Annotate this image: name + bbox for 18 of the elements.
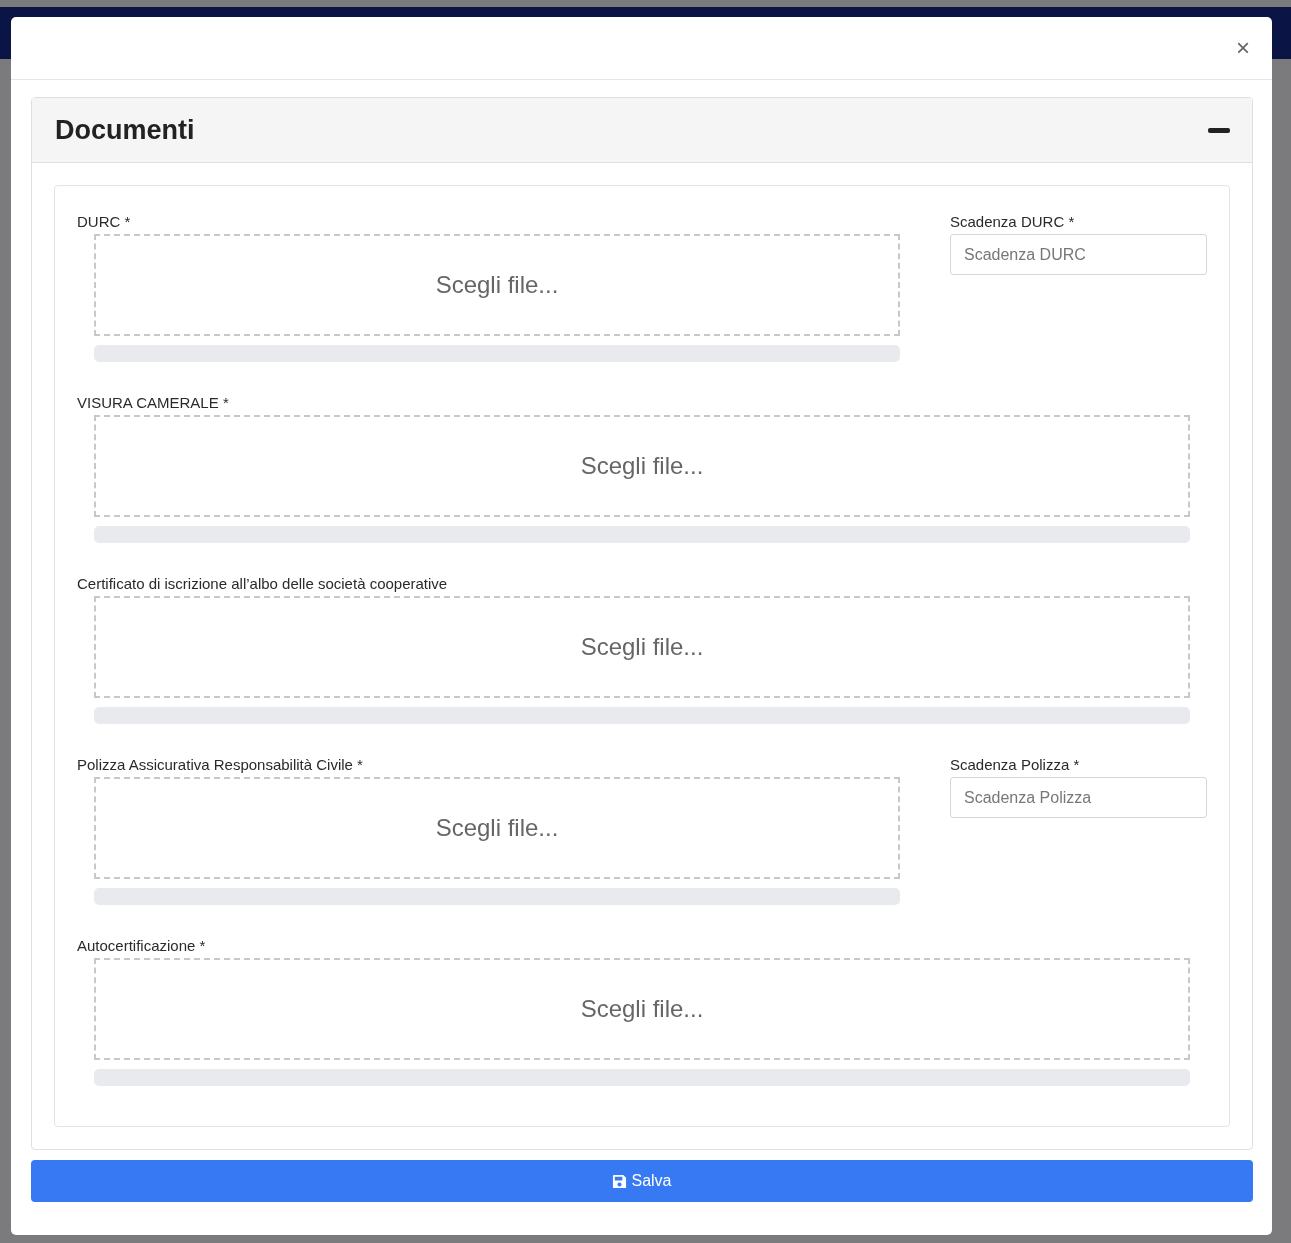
file-dropzone[interactable]: Scegli file... (94, 596, 1190, 698)
field-label: DURC * (77, 212, 132, 232)
file-dropzone[interactable]: Scegli file... (94, 234, 900, 336)
file-dropzone[interactable]: Scegli file... (94, 415, 1190, 517)
date-input-field[interactable]: Scadenza Polizza (950, 777, 1207, 818)
field-label: Autocertificazione * (77, 936, 207, 956)
field-label: VISURA CAMERALE * (77, 393, 230, 413)
file-dropzone[interactable]: Scegli file... (94, 777, 900, 879)
field-label: Scadenza Polizza * (950, 755, 1081, 775)
date-input-field[interactable]: Scadenza DURC (950, 234, 1207, 275)
file-dropzone[interactable]: Scegli file... (94, 958, 1190, 1060)
save-button[interactable]: Salva (31, 1160, 1253, 1202)
minus-icon (1208, 127, 1230, 133)
field-label: Polizza Assicurativa Responsabilità Civile * (77, 755, 364, 775)
close-button[interactable]: × (1232, 36, 1254, 60)
card-title: Documenti (55, 114, 195, 146)
field-label: Scadenza DURC * (950, 212, 1076, 232)
field-label: Certificato di iscrizione all’albo delle società cooperative (77, 574, 449, 594)
